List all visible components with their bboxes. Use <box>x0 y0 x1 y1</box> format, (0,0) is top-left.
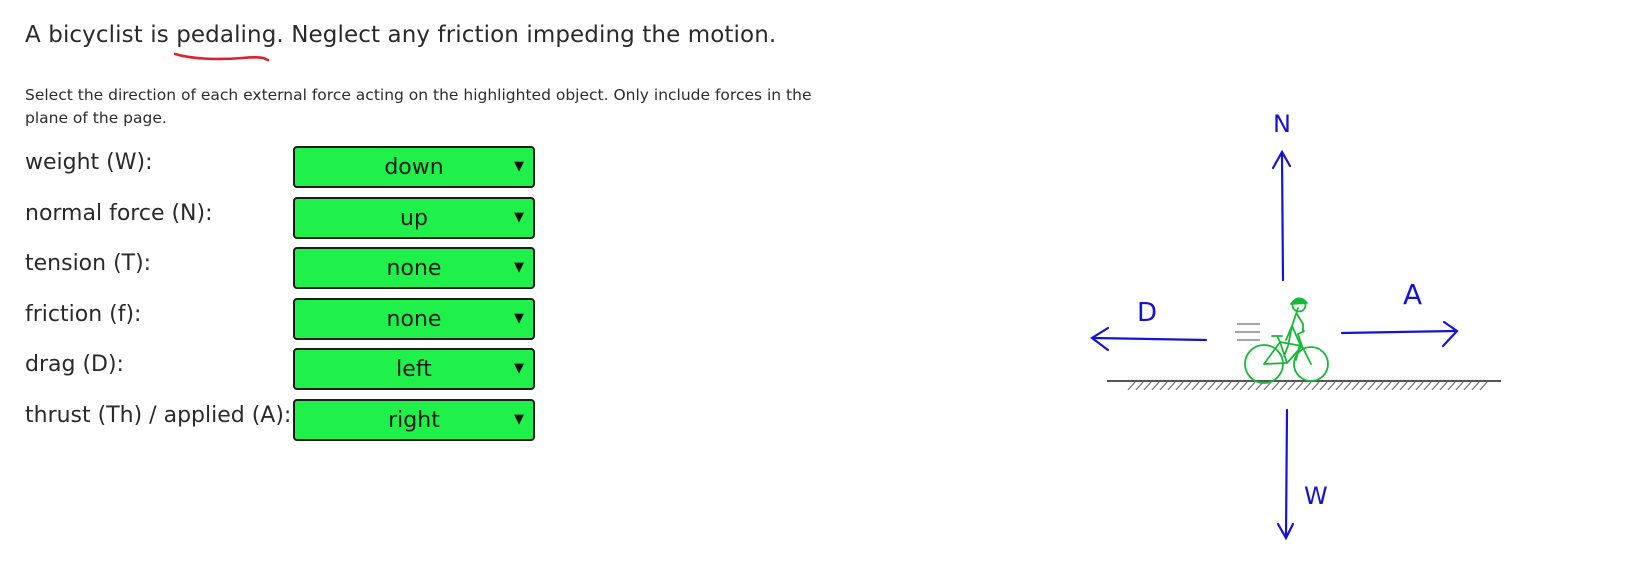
dropdown-caret-icon: ▼ <box>514 159 524 174</box>
tension-direction-select[interactable]: none ▼ <box>293 247 535 289</box>
thrust-direction-select[interactable]: right ▼ <box>293 398 535 441</box>
force-label: normal force (N): <box>25 200 213 226</box>
weight-direction-select[interactable]: down ▼ <box>293 146 535 188</box>
force-label: drag (D): <box>25 352 124 377</box>
selected-value: up <box>400 205 428 231</box>
highlighted-word: pedaling <box>173 22 277 62</box>
normal-force-label: N <box>1273 110 1291 138</box>
selected-value: none <box>386 256 442 281</box>
highlighted-word-text: pedaling <box>176 22 277 48</box>
weight-arrow <box>1276 408 1295 541</box>
problem-text-after: . Neglect any friction impeding the moti… <box>276 22 777 48</box>
applied-force-arrow <box>1340 320 1459 348</box>
selected-value: right <box>388 407 440 433</box>
normal-force-arrow <box>1271 149 1292 282</box>
selected-value: down <box>384 155 444 180</box>
applied-force-label: A <box>1403 278 1422 311</box>
drag-arrow <box>1090 326 1208 352</box>
weight-label: W <box>1304 482 1328 510</box>
instructions: Select the direction of each external fo… <box>25 86 812 127</box>
normal-force-direction-select[interactable]: up ▼ <box>293 196 535 239</box>
drag-label: D <box>1137 298 1157 328</box>
selected-value: left <box>396 357 432 382</box>
force-label: friction (f): <box>25 301 142 327</box>
dropdown-caret-icon: ▼ <box>514 209 524 225</box>
dropdown-caret-icon: ▼ <box>514 411 524 427</box>
force-label: tension (T): <box>25 251 152 276</box>
drag-direction-select[interactable]: left ▼ <box>293 348 535 390</box>
friction-direction-select[interactable]: none ▼ <box>293 297 535 340</box>
free-body-diagram: N W D A <box>1090 110 1501 541</box>
dropdown-caret-icon: ▼ <box>514 361 524 376</box>
motion-lines-icon <box>1235 323 1260 341</box>
problem-statement: A bicyclist is pedaling. Neglect any fri… <box>25 22 777 62</box>
force-label: thrust (Th) / applied (A): <box>25 402 292 428</box>
problem-text-before: A bicyclist is <box>25 22 177 48</box>
ground <box>1107 380 1501 391</box>
dropdown-caret-icon: ▼ <box>514 310 524 326</box>
selected-value: none <box>386 306 442 332</box>
force-label: weight (W): <box>25 150 153 175</box>
red-underline-mark <box>173 52 270 62</box>
dropdown-caret-icon: ▼ <box>514 260 524 275</box>
